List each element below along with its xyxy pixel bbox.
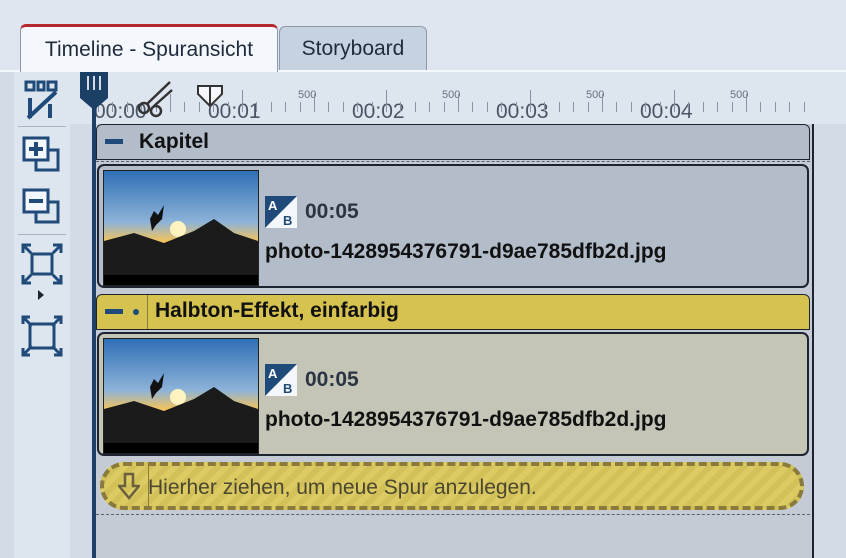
ruler-minor-tick xyxy=(717,102,719,112)
collapse-icon[interactable] xyxy=(105,139,123,144)
ruler-minor-tick xyxy=(342,102,344,112)
expand-icon xyxy=(21,315,63,357)
ruler-minor-tick xyxy=(659,102,661,112)
add-track-button[interactable] xyxy=(20,132,64,176)
ruler-minor-tick xyxy=(731,102,733,112)
clip-filename: photo-1428954376791-d9ae785dfb2d.jpg xyxy=(265,240,667,263)
ruler-label: 00:02 xyxy=(352,100,405,123)
ruler-minor-tick xyxy=(486,102,488,112)
ruler-minor-tick xyxy=(630,102,632,112)
chapter-title: Kapitel xyxy=(139,130,210,153)
ruler-minor-tick xyxy=(299,102,301,112)
ruler-minor-tick xyxy=(558,102,560,112)
playhead-line[interactable] xyxy=(92,100,96,558)
ruler-major-tick xyxy=(386,90,387,112)
ruler-minor-tick xyxy=(285,102,287,112)
drop-zone-label: Hierher ziehen, um neue Spur anzulegen. xyxy=(148,476,537,499)
timeline-toolbar xyxy=(14,72,70,558)
ruler-minor-tick xyxy=(328,102,330,112)
ruler-minor-tick xyxy=(371,102,373,112)
zoom-fit-button[interactable] xyxy=(20,242,64,286)
ruler-minor-tick xyxy=(774,102,776,112)
ab-label-a: A xyxy=(268,366,278,381)
new-track-drop-zone[interactable]: Hierher ziehen, um neue Spur anzulegen. xyxy=(100,462,804,510)
ruler-minor-tick xyxy=(746,94,747,112)
ruler-minor-tick xyxy=(458,94,459,112)
ruler-major-tick xyxy=(530,90,531,112)
track-divider xyxy=(96,161,810,162)
ruler-minor-tick xyxy=(472,102,474,112)
clip-duration: 00:05 xyxy=(305,200,359,223)
image-clip[interactable]: A B 00:05 photo-1428954376791-d9ae785dfb… xyxy=(97,164,809,288)
image-clip[interactable]: A B 00:05 photo-1428954376791-d9ae785dfb… xyxy=(97,332,809,456)
chapter-header[interactable]: Kapitel xyxy=(96,124,810,160)
time-ruler[interactable]: 00:00 00:01 00:02 00:03 00:04 500 500 50… xyxy=(70,72,846,124)
tab-storyboard[interactable]: Storyboard xyxy=(279,26,427,70)
dot-icon xyxy=(133,309,139,315)
ruler-minor-tick xyxy=(429,102,431,112)
ruler-minor-tick xyxy=(688,102,690,112)
sunset-photo-thumbnail xyxy=(104,171,258,285)
clip-filename: photo-1428954376791-d9ae785dfb2d.jpg xyxy=(265,408,667,431)
ruler-minor-tick xyxy=(357,102,359,112)
ruler-minor-tick xyxy=(443,102,445,112)
magnet-split-icon xyxy=(24,80,58,120)
ruler-major-tick xyxy=(674,90,675,112)
tab-label: Storyboard xyxy=(301,36,405,60)
clip-thumbnail xyxy=(103,170,259,286)
ruler-minor-tick xyxy=(789,102,791,112)
ruler-label: 00:03 xyxy=(496,100,549,123)
transition-ab-icon[interactable]: A B xyxy=(265,196,297,228)
scissors-icon[interactable] xyxy=(136,78,176,118)
toolbar-separator xyxy=(18,126,66,127)
ruler-minor-tick xyxy=(803,102,805,112)
remove-track-button[interactable] xyxy=(20,184,64,228)
zoom-fit-icon xyxy=(21,243,63,285)
ruler-minor-tick xyxy=(616,102,618,112)
ruler-minor-tick xyxy=(573,102,575,112)
effect-title: Halbton-Effekt, einfarbig xyxy=(155,299,399,322)
sunset-photo-thumbnail xyxy=(104,339,258,453)
ruler-minor-tick xyxy=(227,102,229,112)
ruler-minor-tick xyxy=(314,94,315,112)
ruler-minor-tick xyxy=(400,102,402,112)
ruler-minor-tick xyxy=(501,102,503,112)
expand-button[interactable] xyxy=(20,314,64,358)
track-divider xyxy=(96,514,810,515)
playhead-handle-icon[interactable] xyxy=(78,72,110,112)
clip-thumbnail xyxy=(103,338,259,454)
ruler-minor-tick xyxy=(414,102,416,112)
tab-timeline-spuransicht[interactable]: Timeline - Spuransicht xyxy=(20,24,278,72)
ruler-minor-tick xyxy=(256,102,258,112)
ruler-minor-tick xyxy=(702,102,704,112)
magnet-split-button[interactable] xyxy=(20,78,64,122)
ruler-minor-tick xyxy=(270,102,272,112)
effect-divider xyxy=(147,295,148,329)
ruler-minor-tick xyxy=(184,102,186,112)
ruler-label: 00:04 xyxy=(640,100,693,123)
add-track-icon xyxy=(22,136,60,172)
ab-label-b: B xyxy=(283,213,292,228)
ruler-minor-tick xyxy=(602,94,603,112)
tab-label: Timeline - Spuransicht xyxy=(44,37,254,61)
toolbar-separator xyxy=(18,234,66,235)
clip-duration: 00:05 xyxy=(305,368,359,391)
ruler-major-tick xyxy=(242,90,243,112)
ruler-minor-tick xyxy=(515,102,517,112)
ab-label-b: B xyxy=(283,381,292,396)
ruler-minor-tick xyxy=(760,102,762,112)
ruler-minor-tick xyxy=(544,102,546,112)
ab-label-a: A xyxy=(268,198,278,213)
remove-track-icon xyxy=(22,188,60,224)
marker-icon[interactable] xyxy=(196,84,224,108)
collapse-icon[interactable] xyxy=(105,309,123,314)
transition-ab-icon[interactable]: A B xyxy=(265,364,297,396)
ruler-minor-tick xyxy=(112,102,114,112)
arrow-down-icon xyxy=(118,472,140,500)
effect-header[interactable]: Halbton-Effekt, einfarbig xyxy=(96,294,810,330)
ruler-minor-tick xyxy=(126,102,128,112)
dropdown-arrow-icon[interactable] xyxy=(38,290,44,300)
ruler-minor-tick xyxy=(645,102,647,112)
ruler-minor-tick xyxy=(587,102,589,112)
